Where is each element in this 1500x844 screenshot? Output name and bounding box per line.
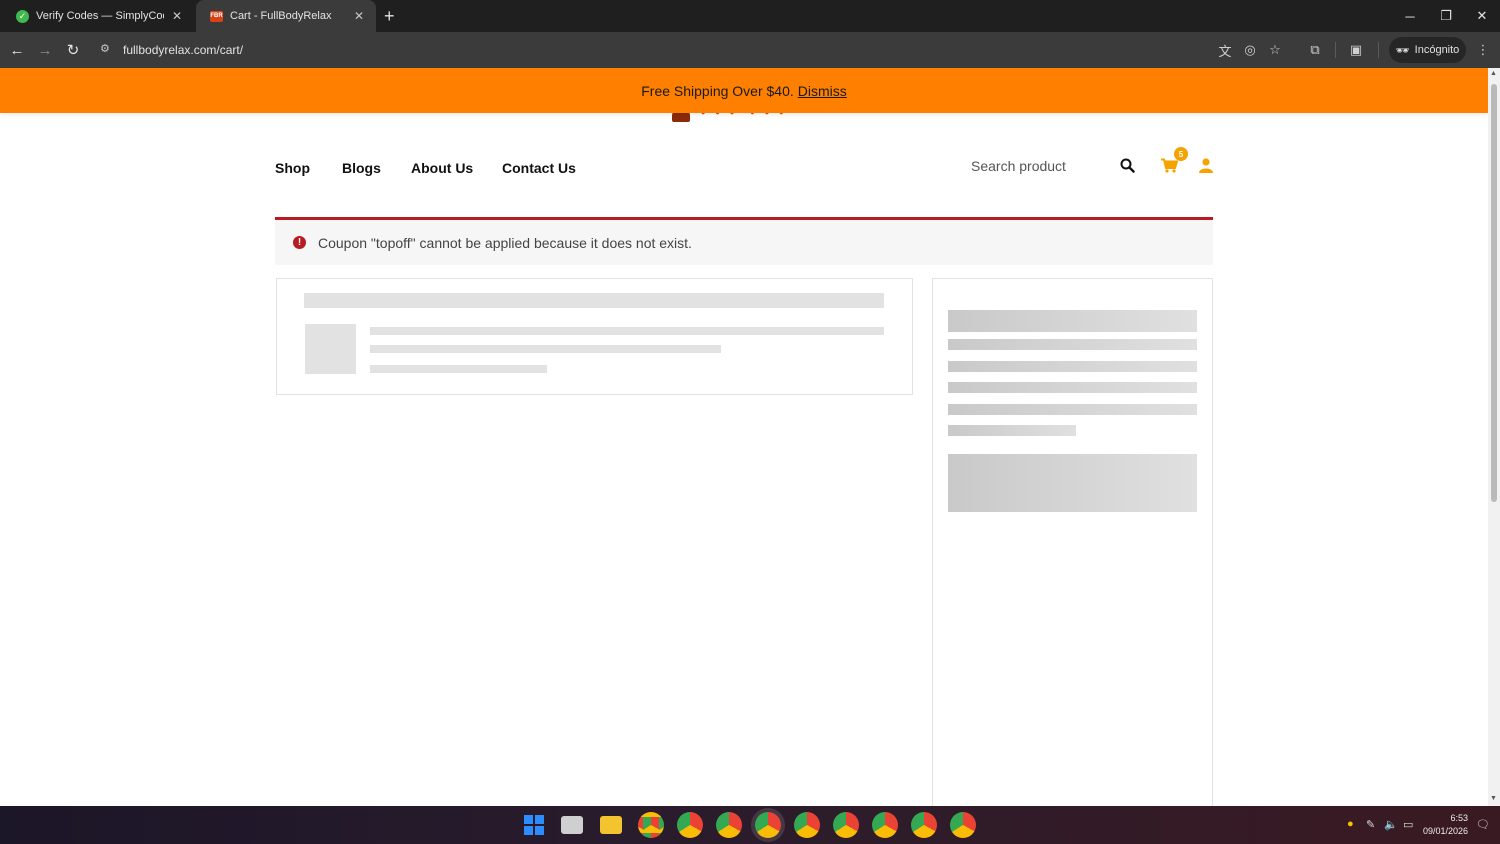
- bookmark-star-icon[interactable]: ☆: [1266, 41, 1284, 59]
- cart-totals-skeleton: [932, 278, 1213, 806]
- promo-banner: Free Shipping Over $40. Dismiss: [0, 68, 1488, 113]
- scroll-up-icon[interactable]: ▲: [1490, 70, 1497, 77]
- incognito-badge[interactable]: 🕶 Incógnito: [1389, 37, 1466, 63]
- nav-about-us[interactable]: About Us: [411, 160, 473, 176]
- skeleton-line: [948, 404, 1197, 415]
- browser-menu-icon[interactable]: ⋮: [1474, 41, 1492, 59]
- cart-items-skeleton: [276, 278, 913, 395]
- skeleton-line: [948, 339, 1197, 350]
- skeleton-button: [948, 454, 1197, 512]
- window-close-icon[interactable]: ✕: [1464, 0, 1500, 32]
- clock-time: 6:53: [1450, 813, 1468, 823]
- os-taskbar: ● ✎ 🔈 ▭ 6:53 09/01/2026 🗨: [0, 806, 1500, 844]
- tab-simplycodes[interactable]: ✓ Verify Codes — SimplyCodes ✕: [2, 0, 194, 32]
- address-bar[interactable]: fullbodyrelax.com/cart/: [123, 43, 243, 57]
- pen-icon[interactable]: ✎: [1366, 818, 1375, 831]
- nav-shop[interactable]: Shop: [275, 160, 310, 176]
- incognito-label: Incógnito: [1414, 44, 1460, 56]
- nav-contact-us[interactable]: Contact Us: [502, 160, 576, 176]
- skeleton-line: [948, 361, 1197, 372]
- skeleton-line: [370, 365, 547, 373]
- tab-fullbodyrelax[interactable]: FBR Cart - FullBodyRelax ✕: [196, 0, 376, 32]
- tray-app-icon[interactable]: ●: [1347, 818, 1354, 830]
- notifications-icon[interactable]: 🗨: [1476, 818, 1490, 831]
- file-explorer-icon[interactable]: [600, 816, 622, 834]
- error-icon: !: [293, 236, 306, 249]
- skeleton-line: [948, 425, 1076, 436]
- system-clock[interactable]: 6:53 09/01/2026: [1418, 812, 1468, 838]
- promo-text: Free Shipping Over $40.: [641, 82, 794, 99]
- nav-blogs[interactable]: Blogs: [342, 160, 381, 176]
- chrome-icon[interactable]: [872, 812, 898, 838]
- skeleton-thumbnail: [305, 324, 356, 374]
- tab-title: Cart - FullBodyRelax: [230, 10, 332, 22]
- browser-toolbar: ← → ↻ ⚙ fullbodyrelax.com/cart/ 文 ◎ ☆ ⧉ …: [0, 32, 1500, 68]
- skeleton-line: [948, 382, 1197, 393]
- chrome-icon[interactable]: [911, 812, 937, 838]
- task-view-icon[interactable]: [561, 816, 583, 834]
- error-message: Coupon "topoff" cannot be applied becaus…: [318, 234, 692, 251]
- scrollbar-thumb[interactable]: [1491, 84, 1497, 502]
- chrome-icon[interactable]: [755, 812, 781, 838]
- reload-icon[interactable]: ↻: [63, 40, 83, 60]
- skeleton-line: [370, 345, 721, 353]
- network-icon[interactable]: ▭: [1403, 818, 1413, 831]
- skeleton-line: [948, 310, 1197, 332]
- dismiss-link[interactable]: Dismiss: [798, 83, 847, 99]
- extensions-icon[interactable]: ⧉: [1306, 41, 1324, 59]
- user-account-icon[interactable]: [1197, 156, 1215, 174]
- minimize-icon[interactable]: ─: [1392, 0, 1428, 32]
- site-info-icon[interactable]: ⚙: [100, 42, 110, 55]
- search-icon[interactable]: [1118, 156, 1136, 174]
- toolbar-divider: [1335, 42, 1336, 58]
- restore-icon[interactable]: ❐: [1428, 0, 1464, 32]
- skeleton-line: [370, 327, 884, 335]
- chrome-icon[interactable]: [638, 812, 664, 838]
- cart-count-badge: 5: [1174, 147, 1188, 161]
- error-notice: ! Coupon "topoff" cannot be applied beca…: [275, 217, 1213, 265]
- browser-tab-strip: ✓ Verify Codes — SimplyCodes ✕ FBR Cart …: [0, 0, 1500, 32]
- chrome-icon[interactable]: [794, 812, 820, 838]
- translate-icon[interactable]: 文: [1216, 41, 1234, 59]
- chrome-icon[interactable]: [833, 812, 859, 838]
- chrome-icon[interactable]: [716, 812, 742, 838]
- new-tab-button[interactable]: +: [384, 6, 395, 26]
- volume-icon[interactable]: 🔈: [1384, 818, 1398, 831]
- forward-arrow-icon[interactable]: →: [35, 40, 55, 60]
- eye-off-icon[interactable]: ◎: [1241, 41, 1259, 59]
- scroll-down-icon[interactable]: ▼: [1490, 795, 1497, 802]
- close-icon[interactable]: ✕: [170, 9, 184, 23]
- toolbar-divider: [1378, 42, 1379, 58]
- skeleton-line: [304, 293, 884, 308]
- incognito-icon: 🕶: [1395, 44, 1410, 57]
- tab-title: Verify Codes — SimplyCodes: [36, 10, 164, 22]
- windows-start-icon[interactable]: [524, 815, 544, 835]
- check-circle-icon: ✓: [16, 9, 29, 23]
- chrome-icon[interactable]: [950, 812, 976, 838]
- page-viewport: Free Shipping Over $40. Dismiss ∿∿∿ ∿∿∿ …: [0, 68, 1488, 806]
- tab-search-icon[interactable]: ▣: [1347, 41, 1365, 59]
- search-input[interactable]: Search product: [971, 158, 1066, 174]
- close-icon[interactable]: ✕: [352, 9, 366, 23]
- clock-date: 09/01/2026: [1422, 826, 1468, 836]
- back-arrow-icon[interactable]: ←: [7, 40, 27, 60]
- chrome-icon[interactable]: [677, 812, 703, 838]
- fbr-logo-icon: FBR: [210, 10, 223, 22]
- page-scrollbar[interactable]: ▲ ▼: [1488, 68, 1500, 806]
